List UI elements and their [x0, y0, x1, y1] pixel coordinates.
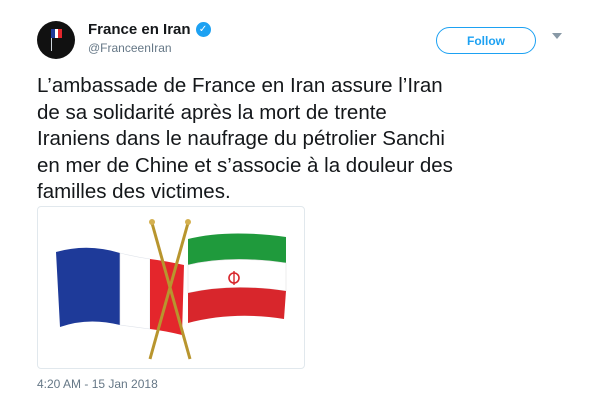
tweet-text: L’ambassade de France en Iran assure l’I… — [37, 73, 577, 206]
france-flag-graphic — [56, 247, 184, 335]
author-name-row: France en Iran ✓ — [88, 21, 211, 38]
tweet-timestamp[interactable]: 4:20 AM - 15 Jan 2018 — [37, 377, 158, 391]
iran-flag-graphic — [187, 233, 287, 323]
user-handle[interactable]: @FranceenIran — [88, 41, 172, 55]
follow-button[interactable]: Follow — [436, 27, 536, 54]
tweet-text-line: L’ambassade de France en Iran assure l’I… — [37, 74, 443, 97]
tweet-text-line: Iraniens dans le naufrage du pétrolier S… — [37, 127, 445, 150]
french-flag-avatar-icon — [51, 29, 63, 38]
tweet-card: France en Iran ✓ @FranceenIran Follow L’… — [0, 0, 600, 400]
tweet-media-image[interactable] — [37, 206, 305, 369]
crossed-flags-image — [56, 219, 287, 360]
profile-avatar[interactable] — [37, 21, 75, 59]
tweet-text-line: de sa solidarité après la mort de trente — [37, 100, 387, 124]
tweet-text-line: en mer de Chine et s’associe à la douleu… — [37, 153, 453, 177]
tweet-text-line: familles des victimes. — [37, 180, 231, 203]
display-name[interactable]: France en Iran — [88, 21, 191, 38]
verified-badge-icon: ✓ — [195, 22, 211, 37]
chevron-down-icon[interactable] — [552, 33, 562, 39]
